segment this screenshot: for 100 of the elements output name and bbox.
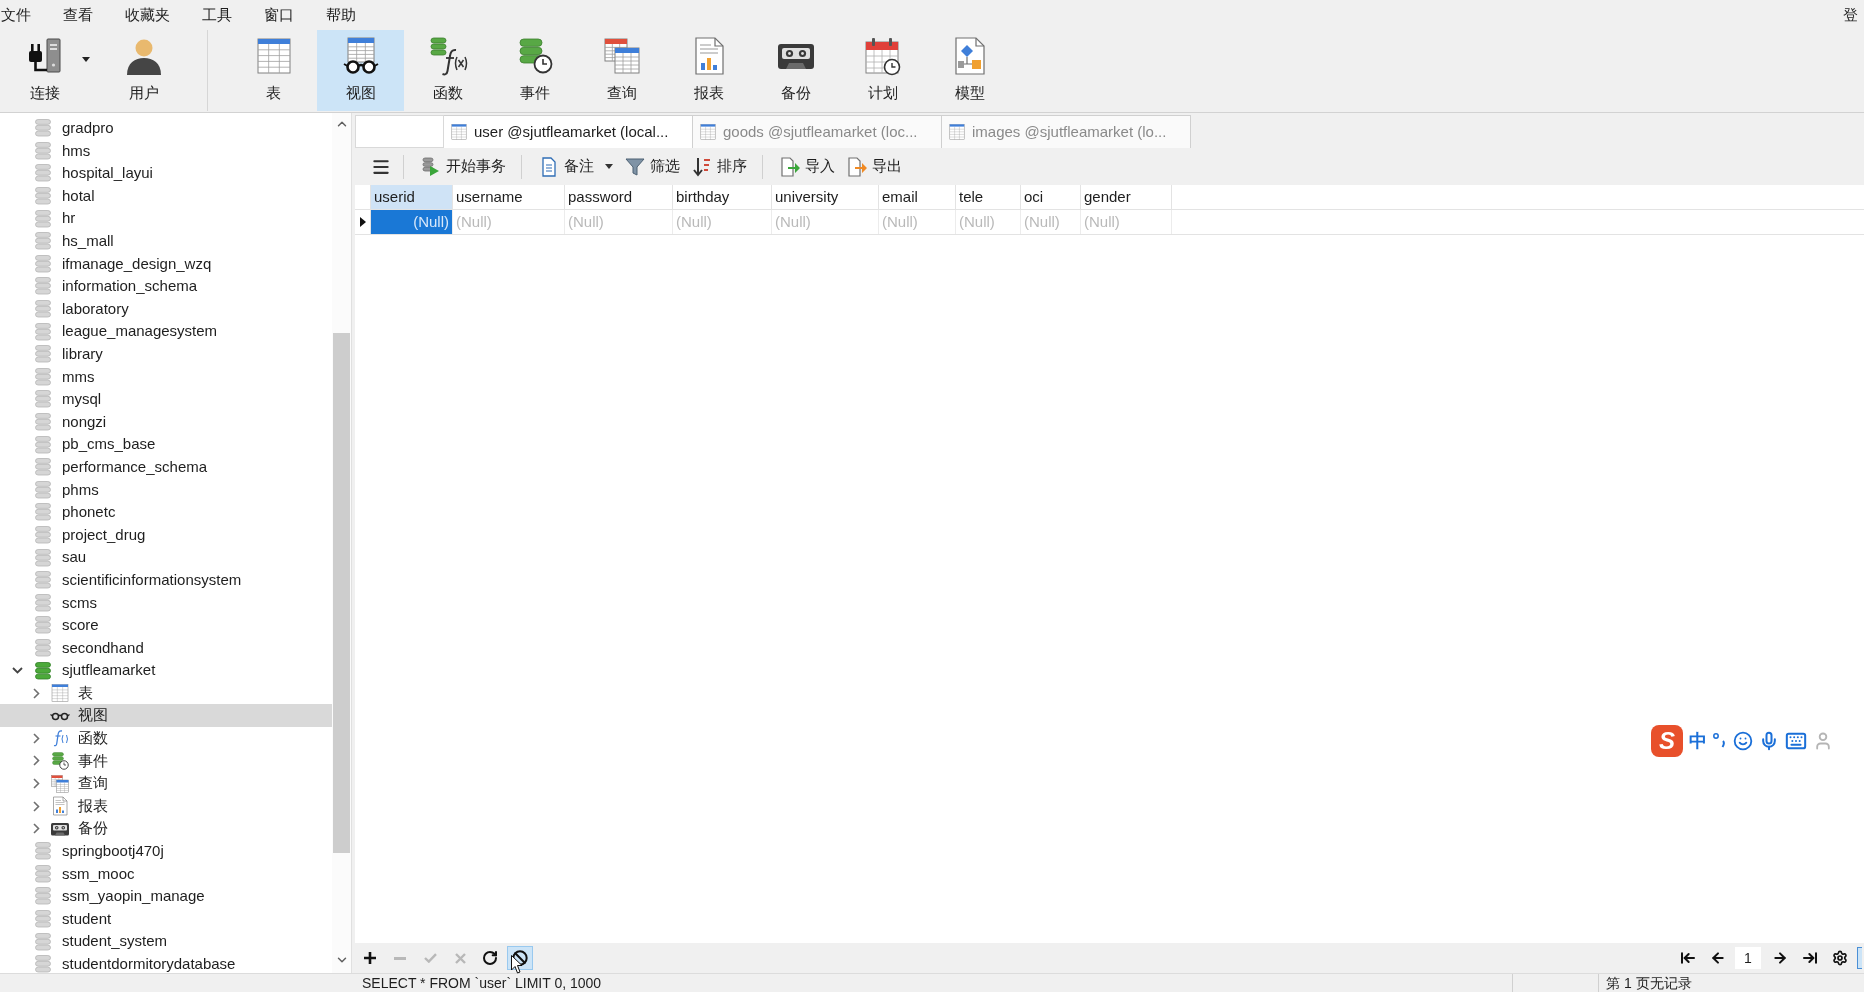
microphone-icon[interactable] (1759, 731, 1779, 751)
tree-item[interactable]: gradpro (0, 117, 332, 140)
toolbar-button[interactable]: 函数 (404, 30, 491, 111)
tree-item[interactable]: pb_cms_base (0, 433, 332, 456)
tree-item[interactable]: mms (0, 365, 332, 389)
ime-logo[interactable]: S (1651, 725, 1683, 757)
tree-item[interactable]: laboratory (0, 297, 332, 321)
toolbar-button[interactable]: 查询 (578, 30, 665, 111)
stacked-tables-icon (601, 36, 642, 76)
tree-item[interactable]: sau (0, 546, 332, 569)
menu-item[interactable]: 收藏夹 (124, 3, 171, 27)
first-page-icon (1680, 950, 1696, 966)
toolbar-button[interactable]: 备份 (752, 30, 839, 111)
toolbar-button[interactable]: 开始事务 (418, 153, 509, 180)
table-icon (948, 123, 966, 141)
toolbar-button[interactable]: 计划 (839, 30, 926, 111)
punctuation-icon[interactable] (1713, 733, 1727, 749)
check-icon (423, 953, 437, 963)
tree-item[interactable]: 视图 (0, 704, 332, 728)
tree-item[interactable]: 备份 (0, 817, 332, 840)
last-page-icon (1802, 950, 1818, 966)
tree-item[interactable]: mysql (0, 388, 332, 411)
keyboard-icon[interactable] (1785, 730, 1807, 752)
tree-item[interactable]: 查询 (0, 772, 332, 795)
tree-item[interactable]: hms (0, 139, 332, 163)
toolbar-button[interactable]: 表 (230, 30, 317, 111)
chevron-right-icon[interactable] (32, 823, 40, 835)
toolbar-button[interactable]: 用户 (100, 30, 187, 111)
menu-item[interactable]: 查看 (62, 3, 94, 27)
tree-item[interactable]: sjutfleamarket (0, 659, 332, 682)
chevron-right-icon[interactable] (32, 800, 40, 812)
tree-item[interactable]: scientificinformationsystem (0, 568, 332, 592)
tree-item[interactable]: 表 (0, 681, 332, 705)
toolbar-button[interactable]: 报表 (665, 30, 752, 111)
document-arrow-icon (847, 156, 867, 177)
toolbar-button[interactable]: 导出 (844, 153, 905, 180)
toolbar-button[interactable]: 备注 (536, 153, 616, 180)
page-number-field[interactable]: 1 (1735, 947, 1761, 969)
status-sql: SELECT * FROM `user` LIMIT 0, 1000 (362, 973, 602, 992)
tree-item[interactable]: hs_mall (0, 229, 332, 253)
toolbar-button[interactable]: 视图 (317, 30, 404, 111)
toolbar-button[interactable]: 连接 (2, 30, 100, 111)
tree-item[interactable]: hotal (0, 184, 332, 208)
tree-item[interactable]: project_drug (0, 523, 332, 547)
filter-icon (625, 156, 645, 177)
tree-item[interactable]: library (0, 342, 332, 366)
tree-item[interactable]: hr (0, 207, 332, 230)
tree-item[interactable]: league_managesystem (0, 320, 332, 343)
column-header[interactable]: oci (1021, 185, 1081, 209)
chevron-down-icon[interactable] (11, 667, 23, 675)
toolbar-button[interactable]: 导入 (777, 153, 838, 180)
tree-item[interactable]: performance_schema (0, 455, 332, 479)
menu-item[interactable]: 帮助 (325, 3, 357, 27)
chevron-right-icon[interactable] (32, 687, 40, 699)
chevron-right-icon[interactable] (32, 732, 40, 744)
tree-item[interactable]: ssm_mooc (0, 862, 332, 886)
column-header[interactable]: gender (1081, 185, 1172, 209)
toolbar-button[interactable]: 筛选 (622, 153, 683, 180)
chevron-right-icon[interactable] (32, 778, 40, 789)
tree-item[interactable]: 事件 (0, 749, 332, 773)
tree-item[interactable]: information_schema (0, 275, 332, 298)
tree-item[interactable]: secondhand (0, 636, 332, 660)
editor-tab[interactable]: user @sjutfleamarket (local... (444, 115, 693, 148)
menu-item[interactable]: 工具 (201, 3, 233, 27)
tree-item[interactable]: springbootj470j (0, 840, 332, 863)
caret-down-icon[interactable] (82, 57, 90, 62)
column-header[interactable]: tele (956, 185, 1021, 209)
tree-item[interactable]: score (0, 614, 332, 637)
menu-item[interactable]: 文件 (0, 3, 32, 27)
tree-item[interactable]: ifmanage_design_wzq (0, 252, 332, 276)
document-arrow-icon (780, 156, 800, 177)
tree-item[interactable]: student (0, 907, 332, 931)
chevron-right-icon[interactable] (32, 755, 40, 767)
menu-item[interactable]: 窗口 (263, 3, 295, 27)
column-header[interactable]: userid (371, 185, 453, 209)
column-header[interactable]: email (879, 185, 956, 209)
smiley-icon[interactable] (1733, 731, 1753, 751)
tree-item[interactable]: nongzi (0, 410, 332, 434)
tree-item[interactable]: 函数 (0, 727, 332, 750)
tree-item[interactable]: hospital_layui (0, 162, 332, 185)
scrollbar-track[interactable] (332, 113, 351, 973)
menu-item[interactable]: 登 (1843, 3, 1864, 27)
column-header[interactable]: username (453, 185, 565, 209)
tree-item[interactable]: phonetc (0, 501, 332, 524)
ime-mode-toggle[interactable]: 中 (1689, 732, 1707, 750)
caret-down-icon[interactable] (605, 164, 613, 169)
database-play-icon (421, 156, 441, 177)
scrollbar-thumb[interactable] (333, 333, 350, 853)
tree-item[interactable]: studentdormitorydatabase (0, 952, 332, 973)
close-icon (454, 952, 466, 964)
column-header[interactable]: university (772, 185, 879, 209)
tree-item[interactable]: ssm_yaopin_manage (0, 885, 332, 908)
toolbar-button[interactable]: 模型 (926, 30, 1013, 111)
tree-item[interactable]: student_system (0, 930, 332, 953)
toolbar-button[interactable]: 排序 (689, 153, 750, 180)
tree-item[interactable]: 报表 (0, 794, 332, 818)
tree-item[interactable]: phms (0, 478, 332, 502)
toolbar-button[interactable]: 事件 (491, 30, 578, 111)
grid-view-toggle-icon[interactable] (1857, 947, 1862, 969)
tree-item[interactable]: scms (0, 591, 332, 615)
